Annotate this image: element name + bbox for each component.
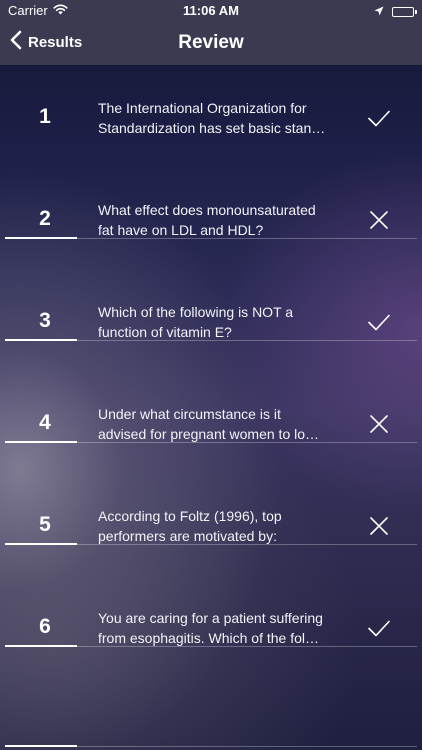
question-row-4[interactable]: 4 Under what circumstance is it advised …: [0, 371, 422, 473]
battery-icon: [392, 6, 417, 17]
status-right: [374, 4, 417, 19]
question-row-1[interactable]: 1 The International Organization for Sta…: [0, 65, 422, 167]
row-separator-accent: [5, 339, 77, 341]
question-row-2[interactable]: 2 What effect does monounsaturated fat h…: [0, 167, 422, 269]
question-number: 6: [39, 615, 51, 638]
question-text-line-1: What effect does monounsaturated: [98, 202, 316, 218]
row-separator-accent: [5, 543, 77, 545]
question-row-5[interactable]: 5 According to Foltz (1996), top perform…: [0, 473, 422, 575]
question-text: You are caring for a patient suffering f…: [98, 608, 343, 648]
row-separator-accent: [5, 441, 77, 443]
checkmark-icon: [366, 309, 392, 335]
question-text-line-2: performers are motivated by:: [98, 528, 277, 544]
question-text-line-2: advised for pregnant women to lo…: [98, 426, 320, 442]
question-number: 5: [39, 513, 51, 536]
row-separator-accent: [5, 745, 77, 747]
page-title: Review: [178, 32, 244, 53]
question-text-line-1: Which of the following is NOT a: [98, 304, 294, 320]
question-text-line-2: from esophagitis. Which of the fol…: [98, 630, 319, 646]
status-time: 11:06 AM: [183, 3, 239, 18]
question-number: 3: [39, 309, 51, 332]
checkmark-icon: [366, 615, 392, 641]
question-text: Under what circumstance is it advised fo…: [98, 404, 343, 444]
question-text-line-2: fat have on LDL and HDL?: [98, 222, 264, 238]
cross-icon: [366, 411, 392, 437]
question-text: Which of the following is NOT a function…: [98, 302, 343, 342]
question-text: What effect does monounsaturated fat hav…: [98, 200, 343, 240]
cross-icon: [366, 207, 392, 233]
battery-cap: [415, 9, 417, 14]
location-arrow-icon: [374, 4, 384, 19]
cross-icon: [366, 513, 392, 539]
question-text-line-1: You are caring for a patient suffering: [98, 610, 323, 626]
question-number: 2: [39, 207, 51, 230]
question-number: 1: [39, 105, 51, 128]
question-text-line-2: function of vitamin E?: [98, 324, 232, 340]
question-text-line-1: The International Organization for: [98, 100, 307, 116]
question-text: The International Organization for Stand…: [98, 98, 343, 138]
question-number: 4: [39, 411, 51, 434]
status-bar: Carrier 11:06 AM: [0, 0, 422, 22]
question-text-line-2: Standardization has set basic stan…: [98, 120, 326, 136]
checkmark-icon: [366, 105, 392, 131]
question-text-line-1: Under what circumstance is it: [98, 406, 281, 422]
question-row-6[interactable]: 6 You are caring for a patient suffering…: [0, 575, 422, 677]
row-separator-accent: [5, 645, 77, 647]
row-separator-accent: [5, 237, 77, 239]
navigation-bar: Carrier 11:06 AM Results Review: [0, 0, 422, 65]
question-text: According to Foltz (1996), top performer…: [98, 506, 343, 546]
question-row-3[interactable]: 3 Which of the following is NOT a functi…: [0, 269, 422, 371]
question-text-line-1: According to Foltz (1996), top: [98, 508, 282, 524]
